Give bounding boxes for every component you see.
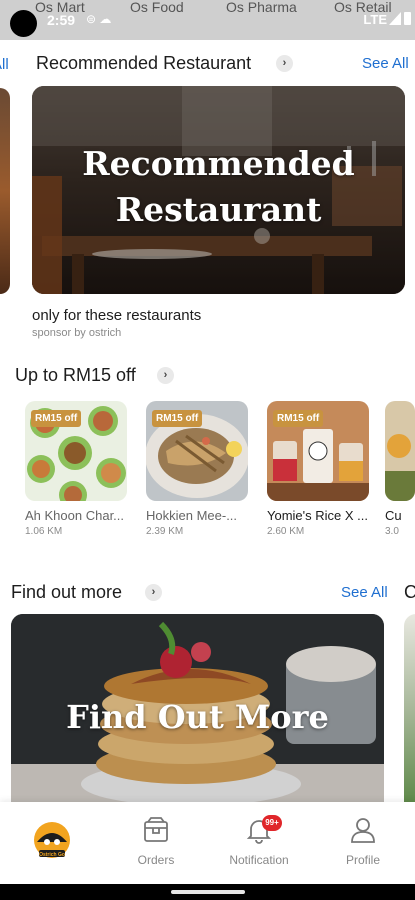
orders-label: Orders — [137, 853, 175, 867]
discount-badge: RM15 off — [31, 410, 82, 427]
banner-title-line1: Recommended — [82, 144, 355, 183]
bottom-navigation: Ostrich Go Orders 99+ Notification Profi… — [0, 802, 415, 884]
profile-label: Profile — [345, 853, 380, 867]
notification-count-badge: 99+ — [262, 815, 282, 831]
home-gesture-handle[interactable] — [171, 890, 245, 894]
food-image: RM15 off — [267, 401, 369, 501]
discount-badge: RM15 off — [273, 410, 324, 427]
chevron-right-icon[interactable]: › — [157, 367, 174, 384]
banner-title-line2: Restaurant — [115, 190, 322, 229]
person-icon — [351, 818, 375, 843]
find-out-more-banner-title: Find Out More — [66, 698, 329, 736]
deal-card[interactable]: RM15 off Ah Khoon Char... 1.06 KM — [25, 401, 127, 537]
tab-os-pharma[interactable]: Os Pharma — [226, 0, 297, 15]
status-bar: Os Mart Os Food Os Pharma Os Retail 2:59… — [0, 0, 415, 40]
nav-orders[interactable]: Orders — [104, 802, 208, 884]
home-logo-label: Ostrich Go — [39, 852, 65, 858]
status-time: 2:59 — [47, 12, 76, 28]
find-out-more-title: Find out more — [11, 582, 123, 602]
find-out-more-see-all-link[interactable]: See All — [341, 584, 388, 601]
restaurant-distance: 1.06 KM — [25, 526, 63, 537]
food-image: RM15 off — [146, 401, 248, 501]
nav-profile[interactable]: Profile — [311, 802, 415, 884]
battery-icon — [404, 12, 411, 25]
network-label: LTE — [363, 12, 387, 27]
restaurant-distance: 2.39 KM — [146, 526, 184, 537]
restaurant-distance: 2.60 KM — [267, 526, 305, 537]
restaurant-name: Yomie's Rice X ... — [267, 508, 368, 523]
restaurant-name: Hokkien Mee-... — [146, 508, 238, 523]
recommended-subtitle: only for these restaurants — [32, 307, 202, 324]
deal-card[interactable]: RM15 off Hokkien Mee-... 2.39 KM — [146, 401, 248, 537]
ostrich-logo-icon: Ostrich Go — [34, 822, 70, 858]
sponsor-text: sponsor by ostrich — [32, 327, 122, 339]
tab-os-food[interactable]: Os Food — [130, 0, 184, 15]
camera-cutout — [10, 10, 37, 37]
peek-see-all-link[interactable]: All — [0, 56, 9, 73]
food-image — [385, 401, 415, 501]
previous-banner-peek[interactable] — [0, 88, 10, 294]
restaurant-distance: 3.0 — [385, 526, 399, 537]
deals-title: Up to RM15 off — [15, 365, 136, 385]
nav-home[interactable]: Ostrich Go — [0, 802, 104, 884]
recommended-title: Recommended Restaurant — [36, 53, 252, 73]
sync-icon: ⊜ ☁ — [86, 12, 112, 26]
gesture-bar-area — [0, 884, 415, 900]
recommended-see-all-link[interactable]: See All — [362, 55, 409, 72]
find-out-more-banner[interactable]: Find Out More — [11, 614, 384, 802]
deal-card-peek[interactable]: Cu 3.0 — [385, 401, 415, 537]
next-section-peek: C — [404, 582, 415, 602]
deal-card[interactable]: RM15 off Yomie's Rice X ... 2.60 KM — [267, 401, 369, 537]
signal-icon — [389, 12, 401, 25]
chevron-right-icon[interactable]: › — [276, 55, 293, 72]
nav-notification[interactable]: 99+ Notification — [207, 802, 311, 884]
notification-label: Notification — [229, 853, 289, 867]
discount-badge: RM15 off — [152, 410, 203, 427]
recommended-banner[interactable]: Recommended Restaurant — [32, 86, 405, 294]
food-image: RM15 off — [25, 401, 127, 501]
box-icon — [144, 817, 168, 842]
restaurant-name: Ah Khoon Char... — [25, 508, 125, 523]
restaurant-name: Cu — [385, 508, 402, 523]
next-banner-peek[interactable] — [404, 614, 415, 802]
chevron-right-icon[interactable]: › — [145, 584, 162, 601]
